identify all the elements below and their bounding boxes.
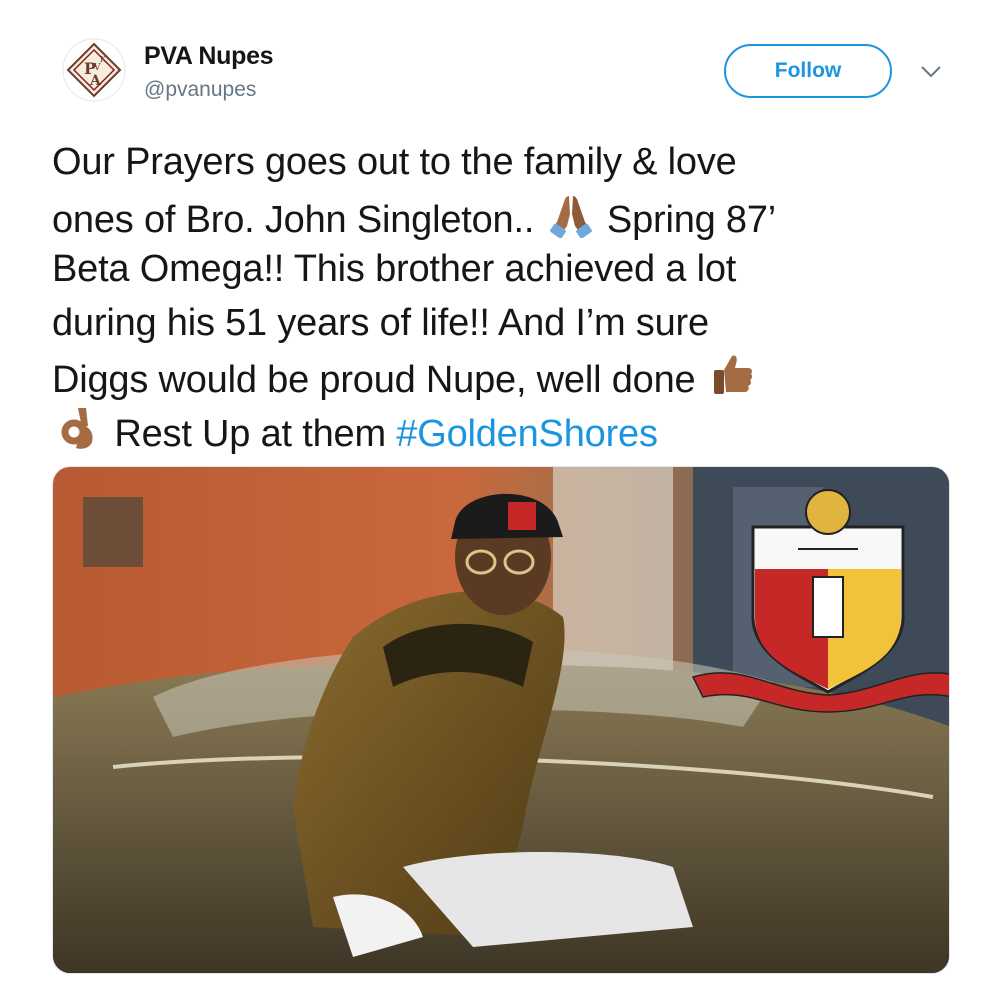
hashtag-link[interactable]: #GoldenShores [396,413,658,455]
tweet-line: ones of Bro. John Singleton.. Spring 87’ [52,190,932,244]
svg-text:K: K [100,55,107,64]
user-handle[interactable]: @pvanupes [144,78,256,102]
chevron-down-icon[interactable] [918,62,944,82]
tweet-photo[interactable] [52,466,950,974]
tweet-line-text: ones of Bro. John Singleton.. [52,198,535,241]
tweet-line-text: Spring 87’ [606,198,777,241]
ok-hand-icon [54,404,102,452]
tweet-line-text: Diggs would be proud Nupe, well done [52,359,696,401]
svg-text:V: V [93,63,101,73]
tweet-line: during his 51 years of life!! And I’m su… [52,301,709,344]
avatar[interactable]: P V A K [62,38,126,102]
tweet-line: Our Prayers goes out to the family & lov… [52,141,737,183]
tweet-line: Rest Up at them #GoldenShores [52,404,932,458]
tweet-line: Beta Omega!! This brother achieved a lot [52,248,737,290]
follow-button[interactable]: Follow [724,44,892,98]
display-name[interactable]: PVA Nupes [144,42,274,71]
svg-text:A: A [89,73,102,89]
thumbs-up-icon [708,350,756,398]
tweet-line-text: Rest Up at them [114,412,386,455]
tweet-text: Our Prayers goes out to the family & lov… [52,136,932,457]
tweet-header: P V A K PVA Nupes @pvanupes Follow [52,34,952,114]
folded-hands-icon [547,190,595,238]
tweet-line: Diggs would be proud Nupe, well done [52,350,932,404]
